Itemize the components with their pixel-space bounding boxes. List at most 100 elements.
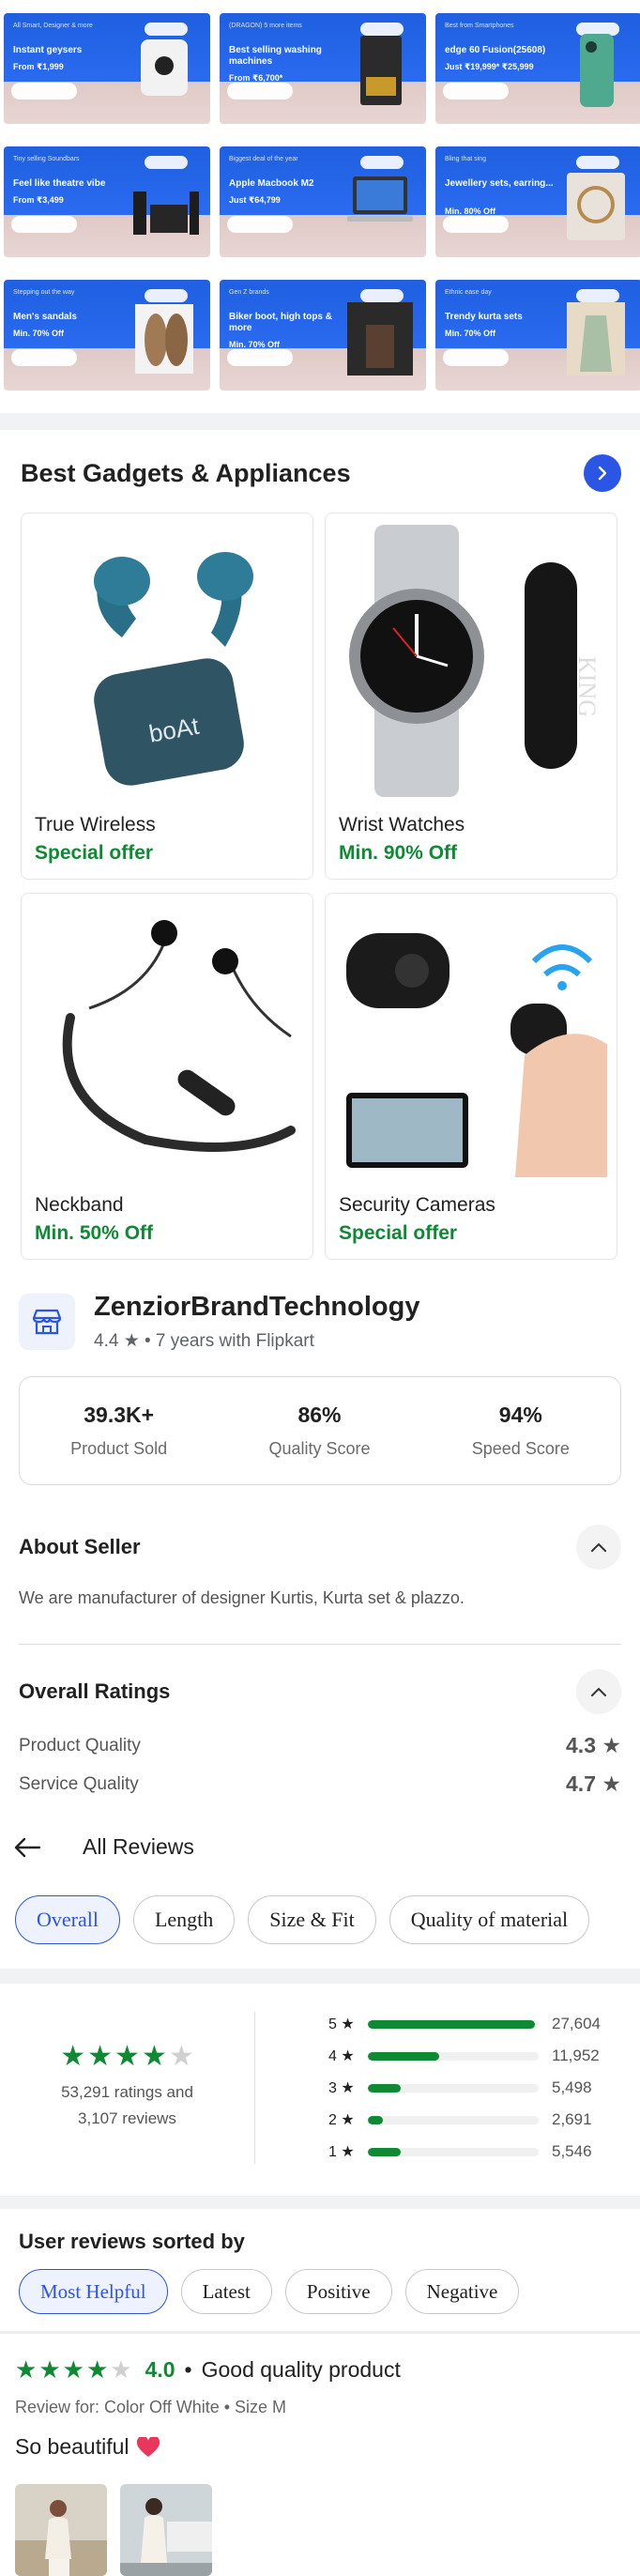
gadget-name: Neckband: [35, 1194, 124, 1216]
promo-banner[interactable]: All Smart, Designer & more Instant geyser…: [4, 13, 210, 124]
gadget-card-camera[interactable]: Security Cameras Special offer: [325, 893, 617, 1260]
seller-name[interactable]: ZenziorBrandTechnology: [94, 1292, 419, 1323]
promo-banner[interactable]: (DRAGON) 5 more items Best selling washin…: [220, 13, 426, 124]
promo-banner[interactable]: Stepping out the way Men's sandals Min. 70…: [4, 280, 210, 391]
review-text: So beautiful: [15, 2434, 130, 2459]
bar-count: 5,546: [552, 2142, 592, 2160]
collapse-ratings-button[interactable]: [576, 1669, 621, 1714]
stat-label: Product Sold: [70, 1439, 168, 1458]
promo-banner[interactable]: Tiny selling Soundbars Feel like theatre …: [4, 146, 210, 257]
star-icon: ★: [87, 2041, 114, 2072]
promo-banner[interactable]: Bling that sing Jewellery sets, earring..…: [435, 146, 640, 257]
star-icon: ★: [168, 2041, 194, 2072]
banner-product-image: [128, 163, 201, 246]
promo-banner[interactable]: Biggest deal of the year Apple Macbook M2…: [220, 146, 426, 257]
banner-product-image: [559, 30, 632, 113]
collapse-about-button[interactable]: [576, 1525, 621, 1570]
banner-cloud: [443, 83, 509, 100]
banner-title: Biker boot, high tops & more: [229, 312, 332, 333]
sort-chips: Most Helpful Latest Positive Negative: [0, 2269, 640, 2314]
back-arrow-icon[interactable]: [13, 1836, 41, 1859]
stat-value: 39.3K+: [84, 1403, 155, 1427]
banner-price: Min. 70% Off: [13, 329, 65, 338]
bar-count: 5,498: [552, 2078, 592, 2096]
banner-cloud: [443, 349, 509, 366]
bar-fill: [368, 2083, 401, 2093]
promo-banner[interactable]: Best from Smartphones edge 60 Fusion(2560…: [435, 13, 640, 124]
store-icon: [19, 1294, 75, 1350]
sort-chip[interactable]: Most Helpful: [19, 2269, 168, 2314]
divider-line: [19, 1644, 621, 1645]
rating-summary: ★ ★ ★ ★ ★ 53,291 ratings and 3,107 reviews 5…: [0, 1984, 640, 2196]
overall-ratings-section: Overall Ratings Product Quality 4.3 ★ Se…: [0, 1669, 640, 1797]
sort-chip[interactable]: Positive: [284, 2269, 392, 2314]
rating-bar-row: 1 ★ 5,546: [328, 2136, 617, 2168]
rating-bar-row: 4 ★ 11,952: [328, 2040, 617, 2072]
about-seller-header[interactable]: About Seller: [19, 1525, 621, 1570]
banner-tag: Tiny selling Soundbars: [13, 156, 80, 162]
promo-banner[interactable]: Ethnic ease day Trendy kurta sets Min. 70%…: [435, 280, 640, 391]
star-icon: ★: [62, 2355, 84, 2384]
banner-title: edge 60 Fusion(25608): [445, 45, 546, 55]
star-icon: ★: [85, 2355, 109, 2384]
banner-title: Instant geysers: [13, 45, 83, 55]
seller-meta: 4.4 ★ • 7 years with Flipkart: [94, 1331, 314, 1351]
filter-chip[interactable]: Quality of material: [389, 1895, 590, 1944]
sort-chip[interactable]: Negative: [404, 2269, 520, 2314]
star-icon: ★: [38, 2355, 61, 2384]
gadgets-section-title: Best Gadgets & Appliances: [21, 458, 351, 487]
review-variant: Review for: Color Off White • Size M: [15, 2398, 287, 2416]
review-score: 4.0: [145, 2356, 175, 2382]
banner-cloud: [227, 216, 293, 233]
review-headline: ★ ★ ★ ★ ★ 4.0 • Good quality product: [15, 2356, 625, 2383]
filter-chip[interactable]: Length: [132, 1895, 236, 1944]
banner-tag: Ethnic ease day: [445, 289, 492, 296]
rating-label: Product Quality: [19, 1735, 141, 1756]
about-seller-text: We are manufacturer of designer Kurtis, …: [19, 1588, 465, 1607]
review-photo[interactable]: [15, 2484, 107, 2576]
bar-fill: [368, 2147, 401, 2156]
bar-fill: [368, 2051, 440, 2061]
sorted-by-title: User reviews sorted by: [19, 2230, 245, 2253]
overall-ratings-header[interactable]: Overall Ratings: [19, 1669, 621, 1714]
filter-chip[interactable]: Overall: [15, 1895, 120, 1944]
banner-tag: Best from Smartphones: [445, 23, 514, 29]
banner-tag: Gen Z brands: [229, 289, 269, 296]
rating-bar-row: 2 ★ 2,691: [328, 2104, 617, 2136]
stat-value: 94%: [498, 1403, 542, 1427]
gadget-card-watch[interactable]: KING Wrist Watches Min. 90% Off: [325, 513, 617, 880]
rating-row-service-quality: Service Quality 4.7 ★: [19, 1771, 621, 1797]
gadget-card-earbuds[interactable]: boAt True Wireless Special offer: [21, 513, 313, 880]
filter-chip[interactable]: Size & Fit: [248, 1895, 376, 1944]
seller-stats-box: 39.3K+ Product Sold 86% Quality Score 94…: [19, 1376, 621, 1485]
chevron-up-icon: [591, 1687, 606, 1696]
bar-track: [368, 2147, 539, 2156]
chevron-right-icon: [598, 466, 607, 481]
bar-track: [368, 2083, 539, 2093]
gadget-image: boAt: [33, 525, 301, 797]
gadget-offer: Min. 90% Off: [339, 842, 458, 864]
promo-banner[interactable]: Gen Z brands Biker boot, high tops & more…: [220, 280, 426, 391]
review-photo[interactable]: [120, 2484, 212, 2576]
bar-count: 11,952: [552, 2047, 600, 2064]
bar-label: 5 ★: [328, 2016, 355, 2032]
stat-label: Speed Score: [471, 1439, 570, 1458]
banner-title: Men's sandals: [13, 312, 77, 322]
banner-title: Apple Macbook M2: [229, 178, 314, 189]
section-divider: [0, 1969, 640, 1984]
banner-product-image: [343, 163, 417, 246]
banner-price: Just ₹19,999* ₹25,999: [445, 62, 534, 71]
bar-label: 3 ★: [328, 2080, 355, 2096]
stat-speed-score: 94% Speed Score: [472, 1403, 570, 1459]
gadget-card-neckband[interactable]: Neckband Min. 50% Off: [21, 893, 313, 1260]
review-separator: •: [184, 2356, 192, 2382]
banner-price: Min. 80% Off: [445, 207, 496, 216]
section-divider: [0, 2196, 640, 2209]
sort-chip[interactable]: Latest: [180, 2269, 272, 2314]
rating-bar-row: 3 ★ 5,498: [328, 2072, 617, 2104]
banner-price: From ₹6,700*: [229, 73, 283, 83]
star-icon: ★: [15, 2355, 38, 2384]
banner-title: Best selling washing machines: [229, 45, 322, 67]
banner-cloud: [227, 83, 293, 100]
gadgets-view-all-button[interactable]: [584, 454, 621, 492]
